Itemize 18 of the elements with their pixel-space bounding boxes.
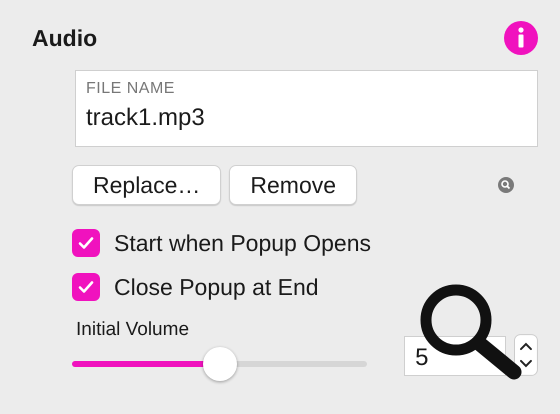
file-name-field[interactable]: FILE NAME track1.mp3 (75, 70, 538, 147)
checkbox-label: Close Popup at End (114, 274, 319, 300)
stepper-icon[interactable] (514, 334, 538, 376)
action-button[interactable]: Remove (229, 165, 358, 205)
field-label: FILE NAME (86, 80, 176, 98)
checkbox-label: Start when Popup Opens (114, 230, 371, 256)
checkmark-icon (77, 234, 95, 252)
search-icon[interactable] (498, 177, 514, 193)
section-title: Audio (32, 24, 98, 52)
volume-label: Initial Volume (76, 319, 190, 341)
checkbox[interactable] (72, 229, 100, 257)
volume-slider[interactable] (72, 347, 368, 381)
checkbox[interactable] (72, 273, 100, 301)
slider-thumb[interactable] (202, 347, 237, 381)
action-button[interactable]: Replace… (72, 165, 222, 205)
file-name-value: track1.mp3 (86, 104, 206, 132)
info-icon[interactable] (504, 21, 538, 55)
checkmark-icon (77, 278, 95, 296)
